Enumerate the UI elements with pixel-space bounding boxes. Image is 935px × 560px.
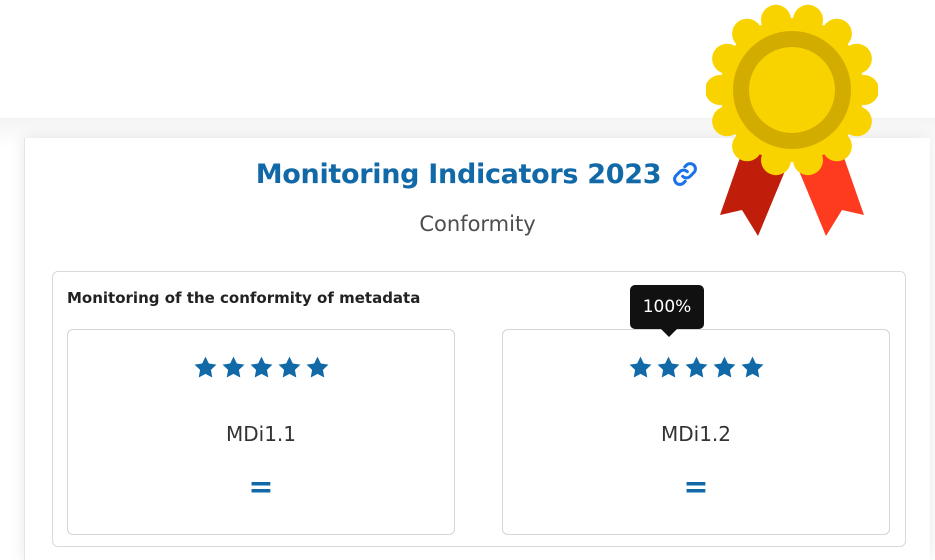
link-icon[interactable] [671,160,699,188]
star-icon [250,356,272,378]
award-ribbon-icon [705,4,879,240]
star-rating[interactable] [503,355,889,380]
indicator-name: MDi1.1 [225,422,297,446]
indicator-card-mdi1-2[interactable]: MDi1.2 = [502,329,890,535]
tooltip-arrow [661,329,677,337]
indicator-card-mdi1-1[interactable]: MDi1.1 = [67,329,455,535]
star-icon [278,356,300,378]
conformity-section: Monitoring of the conformity of metadata… [52,271,906,547]
star-icon [713,356,735,378]
indicator-name: MDi1.2 [660,422,732,446]
trend-equal-icon: = [248,470,274,505]
tooltip-text: 100% [642,297,692,317]
star-icon [222,356,244,378]
section-label: Monitoring of the conformity of metadata [67,289,421,307]
trend-equal-icon: = [683,470,709,505]
star-icon [741,356,763,378]
rating-tooltip: 100% [630,285,704,337]
star-rating [68,355,454,380]
star-icon [194,356,216,378]
page-title: Monitoring Indicators 2023 [255,158,662,190]
star-icon [657,356,679,378]
star-icon [629,356,651,378]
star-icon [306,356,328,378]
star-icon [685,356,707,378]
